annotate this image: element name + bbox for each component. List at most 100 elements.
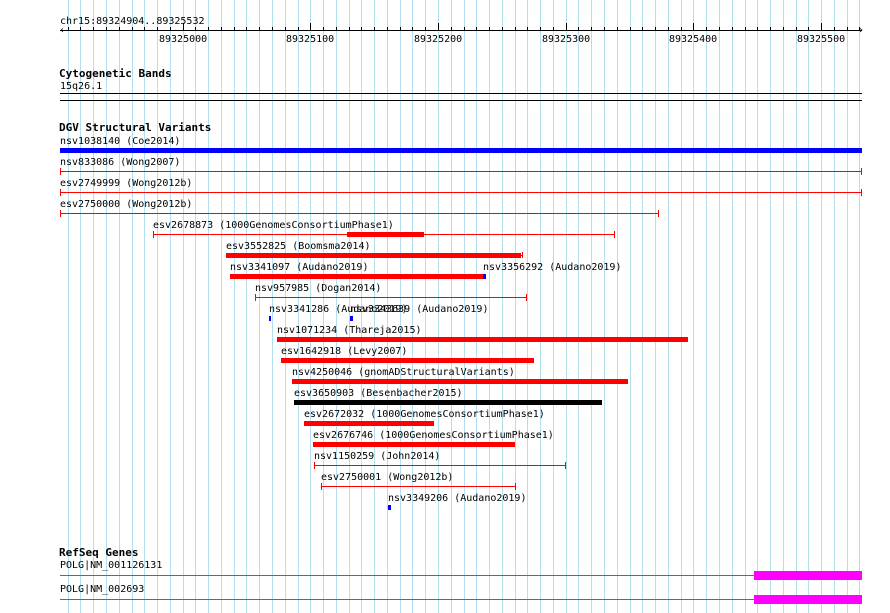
ruler-minor-tick	[464, 27, 465, 31]
variant-feature[interactable]	[230, 274, 483, 279]
ruler-minor-tick	[336, 27, 337, 31]
variant-feature[interactable]	[350, 316, 353, 321]
ruler-minor-tick	[796, 27, 797, 31]
variant-label[interactable]: esv2676746 (1000GenomesConsortiumPhase1)	[313, 430, 554, 441]
ruler-minor-tick	[706, 27, 707, 31]
gene-label[interactable]: POLG|NM_001126131	[60, 560, 162, 571]
variant-label[interactable]: esv2750000 (Wong2012b)	[60, 199, 192, 210]
ruler-minor-tick	[630, 27, 631, 31]
grid-line	[655, 0, 656, 613]
grid-line	[681, 0, 682, 613]
variant-start-cap	[255, 294, 256, 301]
grid-line	[630, 0, 631, 613]
grid-line	[719, 0, 720, 613]
grid-line	[783, 0, 784, 613]
ruler-major-tick	[566, 23, 567, 31]
variant-label[interactable]: esv3650903 (Besenbacher2015)	[294, 388, 463, 399]
ruler-minor-tick	[80, 27, 81, 31]
variant-feature[interactable]	[388, 505, 391, 510]
variant-start-cap	[60, 168, 61, 175]
gene-exon[interactable]	[754, 595, 862, 604]
grid-line	[668, 0, 669, 613]
variant-label[interactable]: nsv3356292 (Audano2019)	[483, 262, 621, 273]
variant-start-cap	[60, 210, 61, 217]
variant-feature[interactable]	[314, 462, 566, 469]
cytoband-track-title[interactable]: Cytogenetic Bands	[59, 67, 172, 80]
variant-label[interactable]: nsv1038140 (Coe2014)	[60, 136, 180, 147]
variant-feature[interactable]	[294, 400, 602, 405]
ruler-minor-tick	[387, 27, 388, 31]
cytoband-bar-bottom	[60, 100, 862, 101]
grid-line	[183, 0, 184, 613]
ruler-minor-tick	[119, 27, 120, 31]
ruler-minor-tick	[68, 27, 69, 31]
variant-label[interactable]: esv2672032 (1000GenomesConsortiumPhase1)	[304, 409, 545, 420]
variant-label[interactable]: esv2750001 (Wong2012b)	[321, 472, 453, 483]
grid-line	[859, 0, 860, 613]
variant-feature[interactable]	[281, 358, 534, 363]
ruler-left-arrow: ‹	[59, 25, 66, 36]
ruler-minor-tick	[285, 27, 286, 31]
variant-feature[interactable]	[60, 168, 862, 175]
grid-line	[821, 0, 822, 613]
variant-start-cap	[60, 189, 61, 196]
variant-end-cap	[861, 168, 862, 175]
variant-feature[interactable]	[269, 316, 271, 321]
variant-feature[interactable]	[313, 442, 515, 447]
ruler-minor-tick	[808, 27, 809, 31]
grid-line	[246, 0, 247, 613]
ruler-minor-tick	[221, 27, 222, 31]
cytoband-label: 15q26.1	[60, 81, 103, 92]
grid-line	[553, 0, 554, 613]
ruler-minor-tick	[591, 27, 592, 31]
gene-intron-line[interactable]	[60, 599, 754, 600]
ruler-minor-tick	[106, 27, 107, 31]
variant-start-cap	[314, 462, 315, 469]
ruler-minor-tick	[259, 27, 260, 31]
ruler-minor-tick	[144, 27, 145, 31]
variant-label[interactable]: nsv3349206 (Audano2019)	[388, 493, 526, 504]
variant-thin-line	[60, 192, 862, 193]
variant-feature[interactable]	[483, 274, 486, 279]
variant-feature[interactable]	[255, 294, 527, 301]
variant-label[interactable]: nsv4250046 (gnomADStructuralVariants)	[292, 367, 515, 378]
ruler-tick-label: 89325300	[542, 34, 591, 45]
variant-label[interactable]: nsv3343639 (Audano2019)	[350, 304, 488, 315]
variant-label[interactable]: nsv3341097 (Audano2019)	[230, 262, 368, 273]
variant-feature[interactable]	[60, 210, 659, 217]
gene-exon[interactable]	[754, 571, 862, 580]
ruler-tick-label: 89325200	[414, 34, 463, 45]
ruler-minor-tick	[170, 27, 171, 31]
dgv-track-title[interactable]: DGV Structural Variants	[59, 121, 211, 134]
variant-end-cap	[515, 483, 516, 490]
gene-label[interactable]: POLG|NM_002693	[60, 584, 144, 595]
variant-label[interactable]: nsv833086 (Wong2007)	[60, 157, 180, 168]
variant-feature[interactable]	[153, 231, 615, 238]
grid-line	[604, 0, 605, 613]
ruler-minor-tick	[553, 27, 554, 31]
ruler-minor-tick	[234, 27, 235, 31]
ruler-minor-tick	[93, 27, 94, 31]
ruler-minor-tick	[515, 27, 516, 31]
variant-label[interactable]: esv3552825 (Boomsma2014)	[226, 241, 371, 252]
variant-feature[interactable]	[60, 148, 862, 153]
variant-label[interactable]: nsv1071234 (Thareja2015)	[277, 325, 422, 336]
variant-feature[interactable]	[321, 483, 516, 490]
variant-label[interactable]: nsv957985 (Dogan2014)	[255, 283, 381, 294]
ruler-minor-tick	[859, 27, 860, 31]
ruler-tick-label: 89325000	[159, 34, 208, 45]
variant-start-cap	[153, 231, 154, 238]
variant-label[interactable]: esv1642918 (Levy2007)	[281, 346, 407, 357]
variant-label[interactable]: esv2749999 (Wong2012b)	[60, 178, 192, 189]
grid-line	[642, 0, 643, 613]
variant-feature[interactable]	[292, 379, 628, 384]
variant-label[interactable]: nsv1150259 (John2014)	[314, 451, 440, 462]
variant-feature[interactable]	[277, 337, 688, 342]
variant-feature[interactable]	[304, 421, 434, 426]
variant-feature[interactable]	[226, 253, 521, 258]
refseq-track-title[interactable]: RefSeq Genes	[59, 546, 138, 559]
variant-label[interactable]: esv2678873 (1000GenomesConsortiumPhase1)	[153, 220, 394, 231]
variant-start-cap	[321, 483, 322, 490]
gene-intron-line[interactable]	[60, 575, 754, 576]
variant-feature[interactable]	[60, 189, 862, 196]
